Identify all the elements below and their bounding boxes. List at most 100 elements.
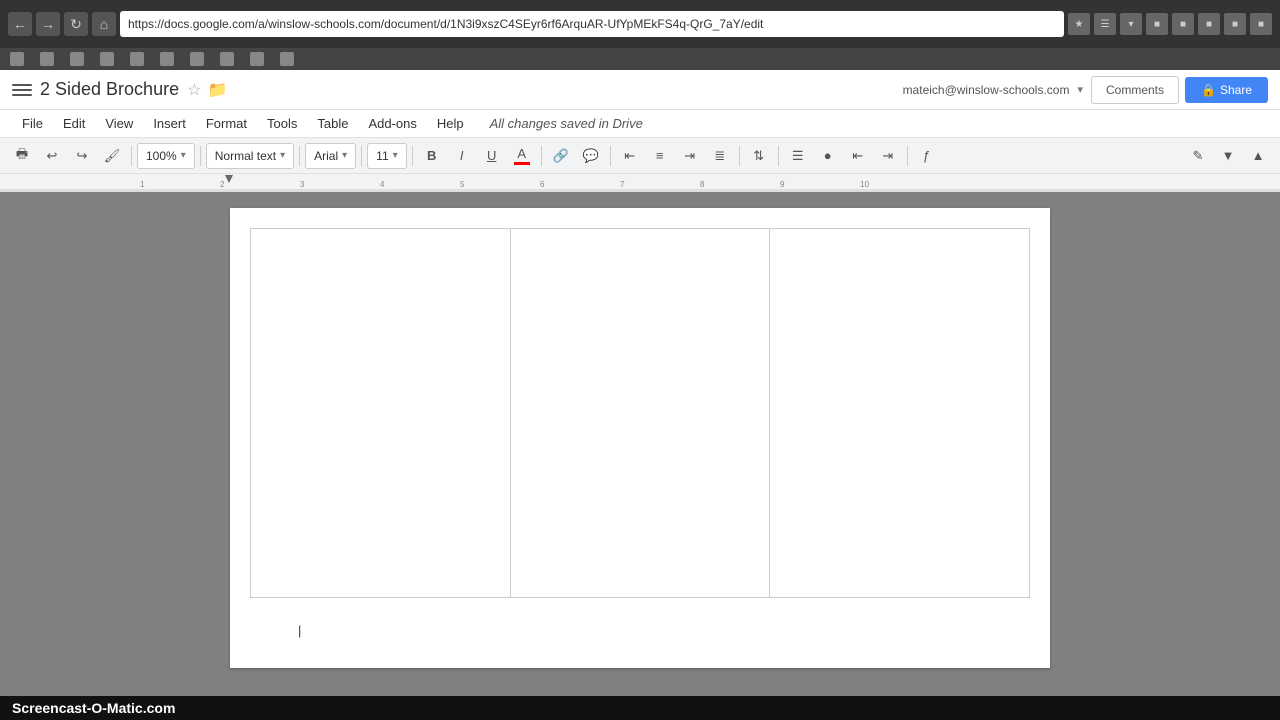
table-cell-1[interactable] [251,229,511,598]
view-mode-button[interactable]: ▼ [1214,142,1242,170]
folder-icon[interactable]: 📁 [207,80,227,100]
toolbar-separator-7 [610,146,611,166]
text-color-button[interactable]: A [508,142,536,170]
menu-format[interactable]: Format [196,112,257,135]
share-label: Share [1220,83,1252,97]
bottom-bar: Screencast-O-Matic.com [0,696,1280,720]
bookmark-7[interactable] [184,51,212,67]
menu-help[interactable]: Help [427,112,474,135]
italic-button[interactable]: I [448,142,476,170]
toolbar-separator-6 [541,146,542,166]
back-button[interactable]: ← [8,12,32,36]
share-button[interactable]: 🔒 Share [1185,77,1268,103]
font-dropdown-arrow: ▾ [342,150,347,161]
bookmark-favicon-8 [220,52,234,66]
chrome-icon1[interactable]: ■ [1146,13,1168,35]
comment-button[interactable]: 💬 [577,142,605,170]
unordered-list-button[interactable]: ● [814,142,842,170]
chrome-icon3[interactable]: ■ [1198,13,1220,35]
increase-indent-button[interactable]: ⇥ [874,142,902,170]
bookmark-1[interactable] [4,51,32,67]
toolbar-separator-10 [907,146,908,166]
doc-table[interactable] [250,228,1030,598]
size-dropdown-arrow: ▾ [393,150,398,161]
line-spacing-button[interactable]: ⇅ [745,142,773,170]
menu-icon[interactable]: ☰ [1094,13,1116,35]
text-color-indicator [514,162,530,165]
toolbar-separator-9 [778,146,779,166]
document-area[interactable]: | [0,192,1280,696]
decrease-indent-button[interactable]: ⇤ [844,142,872,170]
menu-view[interactable]: View [95,112,143,135]
align-right-button[interactable]: ⇥ [676,142,704,170]
svg-text:9: 9 [780,180,785,189]
link-button[interactable]: 🔗 [547,142,575,170]
bookmark-icon[interactable]: ★ [1068,13,1090,35]
bookmark-favicon-2 [40,52,54,66]
user-dropdown-arrow[interactable]: ▾ [1077,83,1083,96]
extensions-icon[interactable]: ▾ [1120,13,1142,35]
bookmark-9[interactable] [244,51,272,67]
zoom-dropdown[interactable]: 100% ▾ [137,143,195,169]
menu-table[interactable]: Table [307,112,358,135]
table-cell-3[interactable] [770,229,1030,598]
toolbar-separator-2 [200,146,201,166]
document-page[interactable]: | [230,208,1050,668]
toolbar-separator-3 [299,146,300,166]
url-text: https://docs.google.com/a/winslow-school… [128,17,763,31]
bookmark-5[interactable] [124,51,152,67]
style-dropdown[interactable]: Normal text ▾ [206,143,294,169]
refresh-button[interactable]: ↻ [64,12,88,36]
cursor-position-indicator: | [298,623,301,638]
bookmark-2[interactable] [34,51,62,67]
size-value: 11 [376,149,388,163]
svg-text:7: 7 [620,180,625,189]
home-button[interactable]: ⌂ [92,12,116,36]
gdocs-app: 2 Sided Brochure ☆ 📁 mateich@winslow-sch… [0,70,1280,696]
bookmark-8[interactable] [214,51,242,67]
chrome-icon2[interactable]: ■ [1172,13,1194,35]
redo-button[interactable]: ↪ [68,142,96,170]
lock-icon: 🔒 [1201,83,1216,97]
print-button[interactable]: 🖶 [8,142,36,170]
ruler: 1 2 3 4 5 6 7 8 9 10 [0,174,1280,192]
align-justify-button[interactable]: ≣ [706,142,734,170]
star-icon[interactable]: ☆ [187,80,201,100]
user-email: mateich@winslow-schools.com [903,83,1070,97]
underline-button[interactable]: U [478,142,506,170]
toolbar-separator-4 [361,146,362,166]
bookmarks-bar [0,48,1280,70]
menu-edit[interactable]: Edit [53,112,95,135]
size-dropdown[interactable]: 11 ▾ [367,143,407,169]
chrome-icon5[interactable]: ■ [1250,13,1272,35]
formula-button[interactable]: ƒ [913,142,941,170]
paint-format-button[interactable]: 🖌 [98,142,126,170]
edit-mode-button[interactable]: ✎ [1184,142,1212,170]
svg-text:5: 5 [460,180,465,189]
zoom-dropdown-arrow: ▾ [181,150,186,161]
forward-button[interactable]: → [36,12,60,36]
table-cell-2[interactable] [510,229,770,598]
font-dropdown[interactable]: Arial ▾ [305,143,356,169]
bookmark-6[interactable] [154,51,182,67]
align-center-button[interactable]: ≡ [646,142,674,170]
toolbar: 🖶 ↩ ↪ 🖌 100% ▾ Normal text ▾ Arial ▾ 11 … [0,138,1280,174]
document-title[interactable]: 2 Sided Brochure [40,79,179,100]
comments-button[interactable]: Comments [1091,76,1179,104]
undo-button[interactable]: ↩ [38,142,66,170]
bold-button[interactable]: B [418,142,446,170]
collapse-toolbar-button[interactable]: ▲ [1244,142,1272,170]
ordered-list-button[interactable]: ☰ [784,142,812,170]
menu-file[interactable]: File [12,112,53,135]
sidebar-toggle[interactable] [12,80,32,100]
menu-addons[interactable]: Add-ons [358,112,426,135]
bookmark-favicon-5 [130,52,144,66]
bookmark-4[interactable] [94,51,122,67]
align-left-button[interactable]: ⇤ [616,142,644,170]
bookmark-3[interactable] [64,51,92,67]
menu-insert[interactable]: Insert [143,112,196,135]
menu-tools[interactable]: Tools [257,112,307,135]
bookmark-10[interactable] [274,51,302,67]
address-bar[interactable]: https://docs.google.com/a/winslow-school… [120,11,1064,37]
chrome-icon4[interactable]: ■ [1224,13,1246,35]
